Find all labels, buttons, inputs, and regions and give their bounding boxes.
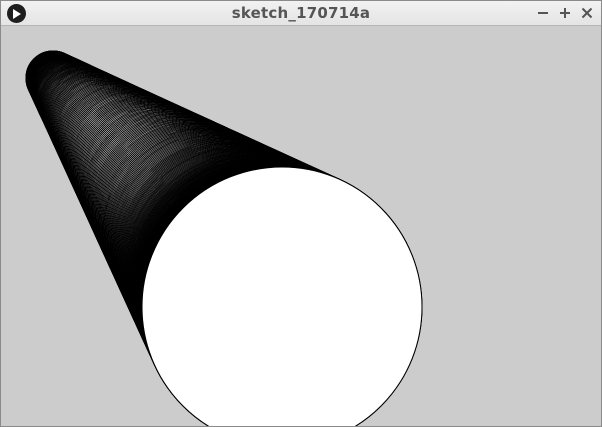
minimize-icon (537, 7, 549, 19)
window-title: sketch_170714a (231, 4, 371, 22)
minimize-button[interactable] (533, 3, 553, 23)
maximize-button[interactable] (555, 3, 575, 23)
sketch-canvas[interactable] (1, 26, 601, 426)
maximize-icon (559, 7, 571, 19)
close-icon (581, 7, 593, 19)
title-bar[interactable]: sketch_170714a (1, 1, 601, 26)
sketch-drawing (1, 26, 601, 426)
close-button[interactable] (577, 3, 597, 23)
sketch-window: sketch_170714a (0, 0, 602, 427)
